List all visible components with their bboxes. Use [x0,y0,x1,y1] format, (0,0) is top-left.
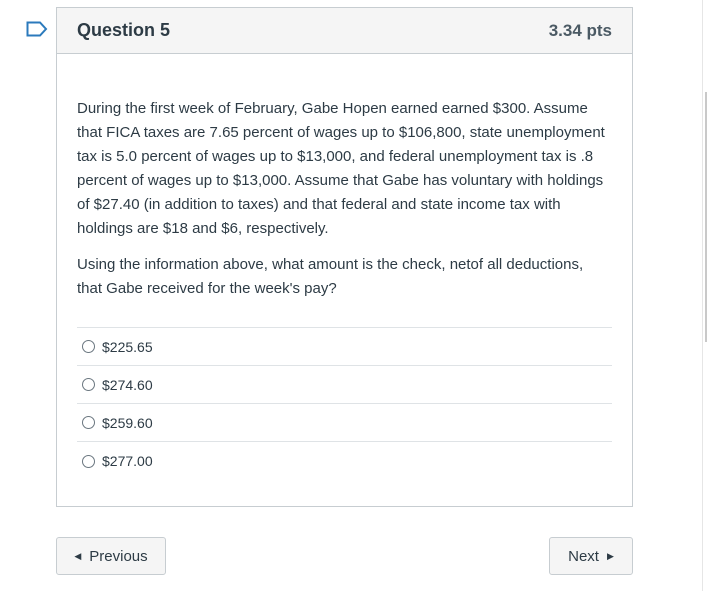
radio-button[interactable] [82,454,95,468]
answer-label[interactable]: $277.00 [102,453,153,469]
radio-button[interactable] [82,378,95,391]
next-label: Next [568,547,599,565]
question-card: Question 5 3.34 pts During the first wee… [56,7,633,507]
previous-label: Previous [89,547,148,565]
triangle-right-icon: ▶ [606,550,614,561]
next-button[interactable]: Next ▶ [549,537,633,575]
answer-option[interactable]: $274.60 [77,366,612,404]
radio-button[interactable] [82,340,95,353]
question-points: 3.34 pts [548,20,612,40]
page-divider [702,0,703,591]
answer-label[interactable]: $259.60 [102,415,153,431]
question-body: During the first week of February, Gabe … [57,54,632,480]
question-header: Question 5 3.34 pts [57,8,632,54]
answer-label[interactable]: $274.60 [102,377,153,393]
question-prompt: Using the information above, what amount… [77,256,584,297]
answer-option[interactable]: $277.00 [77,442,612,480]
answer-option[interactable]: $225.65 [77,328,612,366]
triangle-left-icon: ◀ [74,550,82,561]
answer-list: $225.65 $274.60 $259.60 $277.00 [77,327,612,480]
radio-button[interactable] [82,416,95,429]
question-paragraph: During the first week of February, Gabe … [77,100,605,237]
answer-option[interactable]: $259.60 [77,404,612,442]
previous-button[interactable]: ◀ Previous [56,537,166,575]
flag-question-icon[interactable] [26,21,48,37]
question-text: During the first week of February, Gabe … [77,97,612,301]
scrollbar[interactable] [705,92,707,342]
answer-label[interactable]: $225.65 [102,339,153,355]
question-title: Question 5 [77,20,171,40]
